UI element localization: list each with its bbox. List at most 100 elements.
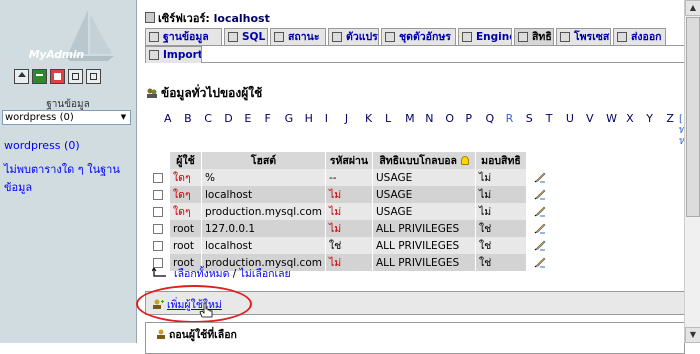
sql-icon [228, 32, 238, 42]
alphabet-letter[interactable]: J [345, 112, 365, 125]
cell-password: ไม่ [325, 254, 373, 271]
alphabet-letter[interactable]: Y [646, 112, 666, 125]
tab-sql[interactable]: SQL [224, 28, 268, 45]
tab-privileges[interactable]: สิทธิ [514, 28, 554, 45]
alphabet-letter[interactable]: L [385, 112, 405, 125]
scroll-thumb[interactable] [686, 17, 700, 217]
cell-user: root [169, 237, 202, 254]
server-icon [145, 12, 155, 23]
export-icon [617, 32, 627, 42]
server-link[interactable]: localhost [214, 12, 270, 25]
tab-import[interactable]: Import [145, 46, 202, 63]
edit-pencil-icon[interactable] [534, 223, 546, 234]
edit-pencil-icon[interactable] [534, 189, 546, 200]
docs-icon[interactable] [68, 69, 83, 84]
tab-label: Import [163, 49, 202, 61]
edit-cell [526, 169, 554, 186]
header-password: รหัสผ่าน [325, 152, 373, 169]
database-link[interactable]: wordpress (0) [4, 139, 80, 152]
arrow-ltr-icon [152, 268, 166, 277]
row-checkbox[interactable] [153, 240, 163, 251]
tab-label: ตัวแปร [346, 31, 378, 43]
edit-cell [526, 254, 554, 271]
alphabet-letter[interactable]: R [506, 112, 526, 125]
vertical-scrollbar[interactable]: ▲ ▼ [684, 0, 700, 343]
alphabet-letter[interactable]: C [204, 112, 224, 125]
alphabet-letter[interactable]: G [285, 112, 305, 125]
deselect-all-link[interactable]: ไม่เลือกเลย [240, 268, 291, 280]
alphabet-letter[interactable]: T [546, 112, 566, 125]
alphabet-letter[interactable]: X [626, 112, 646, 125]
cell-host: % [201, 169, 326, 186]
database-select[interactable]: wordpress (0) ▼ [2, 110, 131, 125]
row-checkbox[interactable] [153, 172, 163, 183]
alphabet-letter[interactable]: Q [486, 112, 506, 125]
phpmyadmin-logo[interactable]: phpMyAdmin [0, 4, 136, 64]
row-checkbox[interactable] [153, 223, 163, 234]
alphabet-letter[interactable]: I [325, 112, 345, 125]
edit-cell [526, 220, 554, 237]
alphabet-letter[interactable]: A [164, 112, 184, 125]
tab-export[interactable]: ส่งออก [613, 28, 666, 45]
left-nav-icons [14, 69, 101, 84]
engines-icon [462, 32, 472, 42]
table-row: ใดๆ% -- USAGE ไม่ [147, 169, 554, 186]
home-icon[interactable] [14, 69, 29, 84]
alphabet-letter[interactable]: B [184, 112, 204, 125]
tab-status[interactable]: สถานะ [270, 28, 326, 45]
query-window-icon[interactable] [50, 69, 65, 84]
edit-pencil-icon[interactable] [534, 206, 546, 217]
table-row: root localhost ใช่ ALL PRIVILEGES ใช่ [147, 237, 554, 254]
alphabet-letter[interactable]: K [365, 112, 385, 125]
privileges-icon [518, 32, 528, 42]
hint-bulb-icon[interactable] [460, 156, 469, 165]
alphabet-letter[interactable]: W [606, 112, 626, 125]
tab-label: SQL [242, 31, 266, 43]
chevron-down-icon[interactable]: ▼ [118, 112, 129, 123]
alphabet-letter[interactable]: F [264, 112, 284, 125]
tab-processes[interactable]: โพรเซส [556, 28, 611, 45]
left-frame: phpMyAdmin ฐานข้อมูล wordpress (0) ▼ wor… [0, 0, 137, 343]
remove-users-legend: ถอนผู้ใช้ที่เลือก [154, 326, 239, 343]
edit-pencil-icon[interactable] [534, 172, 546, 183]
row-checkbox-cell [147, 169, 170, 186]
docs-icon[interactable] [86, 69, 101, 84]
tab-databases[interactable]: ฐานข้อมูล [145, 28, 222, 45]
charsets-icon [385, 32, 395, 42]
alphabet-letter[interactable]: V [586, 112, 606, 125]
scroll-down-icon[interactable]: ▼ [685, 327, 700, 343]
edit-pencil-icon[interactable] [534, 257, 546, 268]
scroll-up-icon[interactable]: ▲ [685, 0, 700, 16]
tab-charsets[interactable]: ชุดตัวอักษร [381, 28, 456, 45]
alphabet-letter[interactable]: H [305, 112, 325, 125]
edit-cell [526, 186, 554, 203]
alphabet-letter[interactable]: N [425, 112, 445, 125]
sql-query-icon[interactable] [32, 69, 47, 84]
select-all-link[interactable]: เลือกทั้งหมด [174, 268, 229, 280]
tab-engines[interactable]: Engines [458, 28, 512, 45]
alphabet-letter[interactable]: E [244, 112, 264, 125]
alphabet-letter[interactable]: P [465, 112, 485, 125]
database-select-value: wordpress (0) [5, 112, 74, 123]
alphabet-letter[interactable]: M [405, 112, 425, 125]
alphabet-letter[interactable]: O [445, 112, 465, 125]
row-checkbox-cell [147, 220, 170, 237]
alphabet-letter[interactable]: S [526, 112, 546, 125]
alphabet-letter[interactable]: U [566, 112, 586, 125]
edit-pencil-icon[interactable] [534, 240, 546, 251]
header-grant: มอบสิทธิ [475, 152, 527, 169]
cell-password: ใช่ [325, 237, 373, 254]
page-title-text: ข้อมูลทั่วไปของผู้ใช้ [161, 86, 263, 100]
alphabet-filter: ABCDEFGHIJKLMNOPQRSTUVWXYZ [164, 112, 686, 125]
edit-cell [526, 237, 554, 254]
tab-variables[interactable]: ตัวแปร [328, 28, 379, 45]
database-icon [149, 32, 159, 42]
cell-password: -- [325, 169, 373, 186]
row-checkbox[interactable] [153, 189, 163, 200]
cell-grant: ใช่ [475, 237, 527, 254]
tab-divider [145, 45, 697, 46]
select-all-row: เลือกทั้งหมด / ไม่เลือกเลย [152, 265, 291, 282]
table-header-row: ผู้ใช้ โฮสต์ รหัสผ่าน สิทธิแบบโกลบอล มอบ… [147, 152, 554, 169]
alphabet-letter[interactable]: D [224, 112, 244, 125]
row-checkbox[interactable] [153, 206, 163, 217]
